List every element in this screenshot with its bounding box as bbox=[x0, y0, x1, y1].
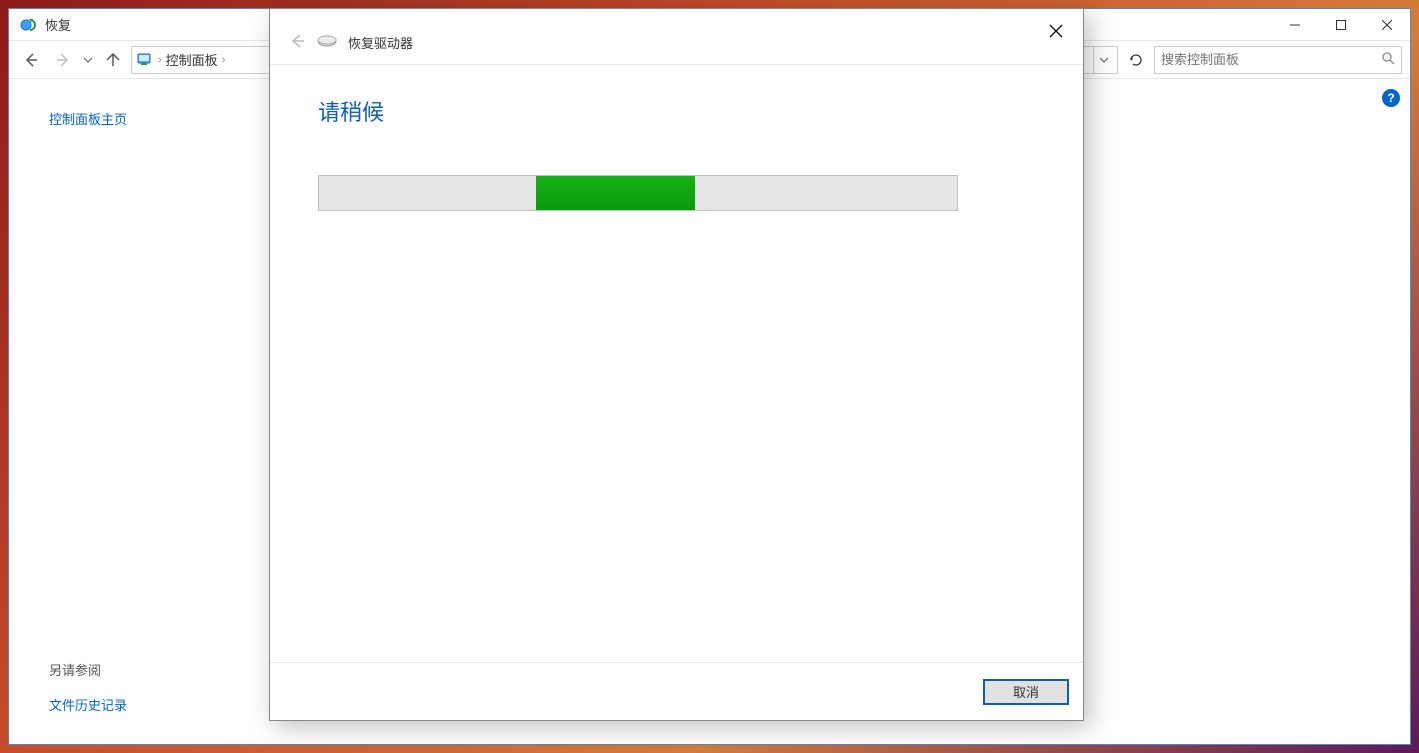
breadcrumb-separator: › bbox=[220, 54, 228, 66]
nav-back-button[interactable] bbox=[17, 46, 45, 74]
nav-forward-button[interactable] bbox=[49, 46, 77, 74]
recovery-icon bbox=[19, 16, 37, 34]
dialog-back-icon bbox=[288, 32, 306, 53]
breadcrumb-item-control-panel[interactable]: 控制面板 bbox=[166, 50, 218, 69]
minimize-button[interactable] bbox=[1272, 9, 1318, 40]
breadcrumb-separator: › bbox=[156, 54, 164, 66]
search-icon bbox=[1381, 51, 1395, 68]
nav-history-dropdown[interactable] bbox=[81, 56, 95, 64]
sidebar-home-link[interactable]: 控制面板主页 bbox=[49, 109, 209, 128]
file-history-link[interactable]: 文件历史记录 bbox=[49, 695, 209, 714]
close-button[interactable] bbox=[1364, 9, 1410, 40]
drive-icon bbox=[316, 33, 338, 52]
maximize-button[interactable] bbox=[1318, 9, 1364, 40]
search-box[interactable] bbox=[1154, 46, 1402, 74]
nav-up-button[interactable] bbox=[99, 46, 127, 74]
dialog-title: 恢复驱动器 bbox=[348, 33, 413, 52]
progress-chunk bbox=[536, 176, 696, 210]
cancel-button[interactable]: 取消 bbox=[983, 679, 1069, 705]
recovery-drive-dialog: 恢复驱动器 请稍候 取消 bbox=[269, 8, 1084, 721]
dialog-body: 请稍候 bbox=[270, 65, 1083, 662]
control-panel-icon bbox=[136, 51, 154, 69]
sidebar: 控制面板主页 另请参阅 文件历史记录 bbox=[9, 79, 249, 744]
search-input[interactable] bbox=[1161, 52, 1381, 67]
refresh-button[interactable] bbox=[1122, 46, 1150, 74]
dialog-footer: 取消 bbox=[270, 662, 1083, 720]
help-icon[interactable]: ? bbox=[1382, 89, 1400, 107]
please-wait-message: 请稍候 bbox=[318, 95, 1035, 127]
dialog-close-button[interactable] bbox=[1035, 15, 1077, 47]
window-title: 恢复 bbox=[45, 15, 71, 34]
dialog-header: 恢复驱动器 bbox=[270, 9, 1083, 65]
see-also-label: 另请参阅 bbox=[49, 660, 209, 679]
progress-bar bbox=[318, 175, 958, 211]
address-dropdown-button[interactable] bbox=[1093, 47, 1113, 73]
